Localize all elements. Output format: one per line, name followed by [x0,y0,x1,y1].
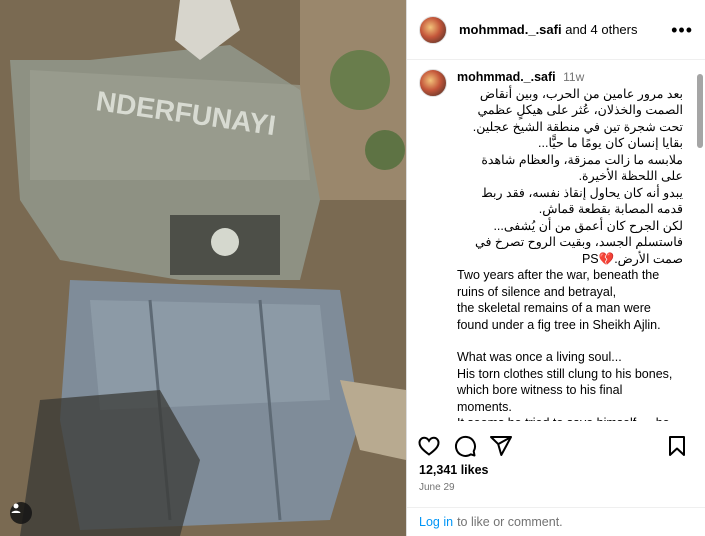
caption-arabic: بعد مرور عامين من الحرب، وبين أنقاض الصمت… [457,86,683,268]
caption-avatar[interactable] [419,69,447,97]
caption-english-line: ruins of silence and betrayal, [457,284,617,299]
caption-english-line: His torn clothes still clung to his bone… [457,366,673,381]
caption-english-line: moments. [457,399,512,414]
caption-arabic-line: الصمت والخذلان، عُثر على هيكلٍ عظمي [477,103,683,117]
likes-count[interactable]: 12,341 likes [419,463,489,477]
caption-arabic-line: فاستسلم الجسد، وبقيت الروح تصرخ في [475,235,683,249]
caption-english-line: found under a fig tree in Sheikh Ajlin. [457,317,661,332]
action-bar [407,426,705,466]
post-header: mohmmad._.safi and 4 others ••• [407,0,705,60]
caption-arabic-line: صمت الأرض.💔PS [581,251,683,266]
post-photo[interactable]: NDERFUNAYI [0,0,406,536]
author-username[interactable]: mohmmad._.safi [459,22,562,37]
caption-arabic-line: تحت شجرة تين في منطقة الشيخ عجلين. [472,119,683,134]
author-names: mohmmad._.safi and 4 others [459,22,638,37]
caption-english-line: the skeletal remains of a man were [457,301,651,315]
caption-english-line: Two years after the war, beneath the [457,268,660,282]
caption-username[interactable]: mohmmad._.safi [457,70,556,84]
login-link[interactable]: Log in [419,515,453,529]
photo-illustration: NDERFUNAYI [0,0,406,536]
user-tag-icon[interactable] [10,502,32,524]
avatar[interactable] [419,15,447,44]
post-date[interactable]: June 29 [419,482,455,493]
coauthors-text[interactable]: and 4 others [565,22,637,37]
caption-area: mohmmad._.safi 11w بعد مرور عامين من الح… [407,61,705,421]
caption-english-line: which bore witness to his final [457,383,623,397]
caption-arabic-line: ملابسه ما زالت ممزقة، والعظام شاهدة [481,152,683,167]
like-heart-icon[interactable] [417,434,441,458]
caption-arabic-line: يبدو أنه كان يحاول إنقاذ نفسه، فقد ربط [481,185,683,200]
caption-english: Two years after the war, beneath the ruin… [457,267,683,421]
caption-body: mohmmad._.safi 11w بعد مرور عامين من الح… [457,69,683,421]
comment-icon[interactable] [453,434,477,458]
login-prompt: Log in to like or comment. [407,507,705,536]
caption-arabic-line: لكن الجرح كان أعمق من أن يُشفى... [493,218,683,233]
caption-time[interactable]: 11w [563,70,584,84]
caption-scrollbar[interactable] [697,74,703,148]
more-horizontal-icon[interactable]: ••• [671,21,693,39]
caption-arabic-line: قدمه المصابة بقطعة قماش. [538,202,683,216]
caption-arabic-line: بعد مرور عامين من الحرب، وبين أنقاض [479,86,683,101]
post-side-panel: mohmmad._.safi and 4 others ••• mohmmad.… [406,0,705,536]
save-bookmark-icon[interactable] [665,434,689,458]
caption-english-line: What was once a living soul... [457,350,622,364]
caption-arabic-line: بقايا إنسان كان يومًا ما حيًّا... [538,136,683,150]
login-prompt-text: to like or comment. [457,515,563,529]
share-icon[interactable] [489,434,513,458]
caption-arabic-line: على اللحظة الأخيرة. [578,169,683,183]
caption-english-line: It seems he tried to save himself — he [457,415,683,421]
